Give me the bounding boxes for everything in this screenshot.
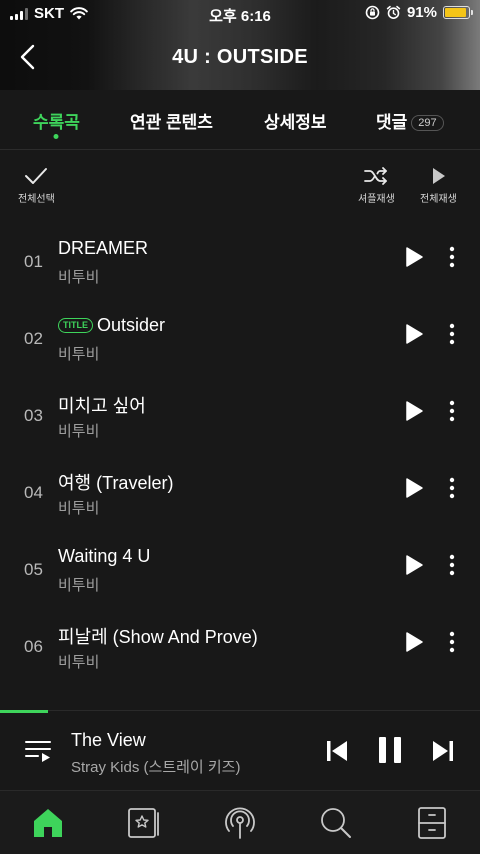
header: 4U : OUTSIDE [0,30,480,86]
pause-icon[interactable] [377,735,403,765]
track-row[interactable]: 06 피날레 (Show And Prove) 비투비 [0,609,480,685]
now-playing-artist: Stray Kids (스트레이 키즈) [71,759,241,776]
play-icon[interactable] [404,631,424,653]
tab-tracks-label: 수록곡 [33,113,80,132]
shuffle-play-label: 셔플재생 [358,194,395,205]
tab-related-label: 연관 콘텐츠 [130,113,213,132]
tab-comments[interactable]: 댓글 297 [376,108,444,133]
track-number: 05 [24,560,43,579]
more-options-icon[interactable] [446,629,458,655]
track-row[interactable]: 01 DREAMER 비투비 [0,224,480,300]
search-icon[interactable] [318,805,354,841]
play-icon [433,168,446,184]
orientation-lock-icon [365,5,380,20]
more-options-icon[interactable] [446,398,458,424]
track-row[interactable]: 03 미치고 싶어 비투비 [0,378,480,454]
play-icon[interactable] [404,554,424,576]
track-row[interactable]: 02 TITLE Outsider 비투비 [0,301,480,377]
shuffle-icon [364,167,388,185]
track-number: 02 [24,329,43,348]
playlist-icon[interactable] [24,739,52,763]
track-row[interactable]: 04 여행 (Traveler) 비투비 [0,455,480,531]
tab-tracks[interactable]: 수록곡 [33,108,80,139]
tab-details-label: 상세정보 [264,113,327,132]
playback-progress-bar [0,710,48,713]
previous-track-icon[interactable] [326,739,348,763]
more-options-icon[interactable] [446,244,458,270]
comment-count-badge: 297 [411,115,444,131]
more-options-icon[interactable] [446,475,458,501]
toolbar: 전체선택 셔플재생 전체재생 [0,150,480,212]
track-title: 피날레 (Show And Prove) [58,627,258,647]
status-bar: SKT 오후 6:16 91% [0,0,480,28]
alarm-icon [386,5,401,19]
play-all-label: 전체재생 [420,194,457,205]
tab-details[interactable]: 상세정보 [264,108,327,133]
select-all-label: 전체선택 [18,194,55,205]
track-title: Waiting 4 U [58,546,151,566]
page-title: 4U : OUTSIDE [172,46,308,68]
home-icon[interactable] [30,805,66,841]
next-track-icon[interactable] [432,739,454,763]
battery-icon [443,6,473,19]
active-tab-indicator [53,134,59,139]
track-title: 미치고 싶어 [58,396,146,416]
bottom-nav [0,790,480,854]
track-title: Outsider [97,315,166,335]
library-icon[interactable] [126,805,162,841]
select-all-button[interactable]: 전체선택 [18,166,55,205]
mini-player[interactable]: The View Stray Kids (스트레이 키즈) [0,710,480,790]
track-artist: 비투비 [58,654,100,671]
play-icon[interactable] [404,323,424,345]
play-all-button[interactable]: 전체재생 [420,166,457,205]
track-artist: 비투비 [58,346,100,363]
more-options-icon[interactable] [446,552,458,578]
track-title: DREAMER [58,238,149,258]
now-playing-title: The View [71,730,146,750]
track-artist: 비투비 [58,500,100,517]
play-icon[interactable] [404,246,424,268]
check-icon [25,168,48,184]
podcast-icon[interactable] [222,805,258,841]
battery-percent: 91% [406,4,437,21]
track-row[interactable]: 05 Waiting 4 U 비투비 [0,532,480,608]
shuffle-play-button[interactable]: 셔플재생 [358,166,395,205]
storage-icon[interactable] [414,805,450,841]
tab-related[interactable]: 연관 콘텐츠 [130,108,213,133]
track-artist: 비투비 [58,269,100,286]
track-artist: 비투비 [58,423,100,440]
track-artist: 비투비 [58,577,100,594]
tab-bar: 수록곡 연관 콘텐츠 상세정보 댓글 297 [0,90,480,150]
play-icon[interactable] [404,400,424,422]
track-number: 03 [24,406,43,425]
play-icon[interactable] [404,477,424,499]
title-track-badge: TITLE [58,318,93,333]
track-title: 여행 (Traveler) [58,473,174,493]
tab-comments-label: 댓글 [376,113,408,132]
track-number: 04 [24,483,43,502]
track-number: 06 [24,637,43,656]
header-background: SKT 오후 6:16 91% 4U: OUTSIDE [0,0,480,90]
track-number: 01 [24,252,43,271]
more-options-icon[interactable] [446,321,458,347]
